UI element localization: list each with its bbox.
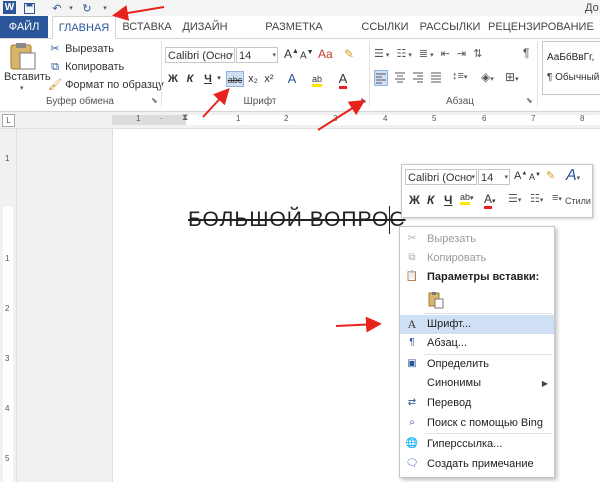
annotation-arrows — [112, 5, 382, 333]
arrow-to-font-menu-item — [335, 316, 382, 333]
arrow-to-font-launcher — [317, 99, 366, 131]
arrow-to-strikethrough — [202, 88, 230, 118]
arrow-to-home-tab — [112, 5, 165, 21]
